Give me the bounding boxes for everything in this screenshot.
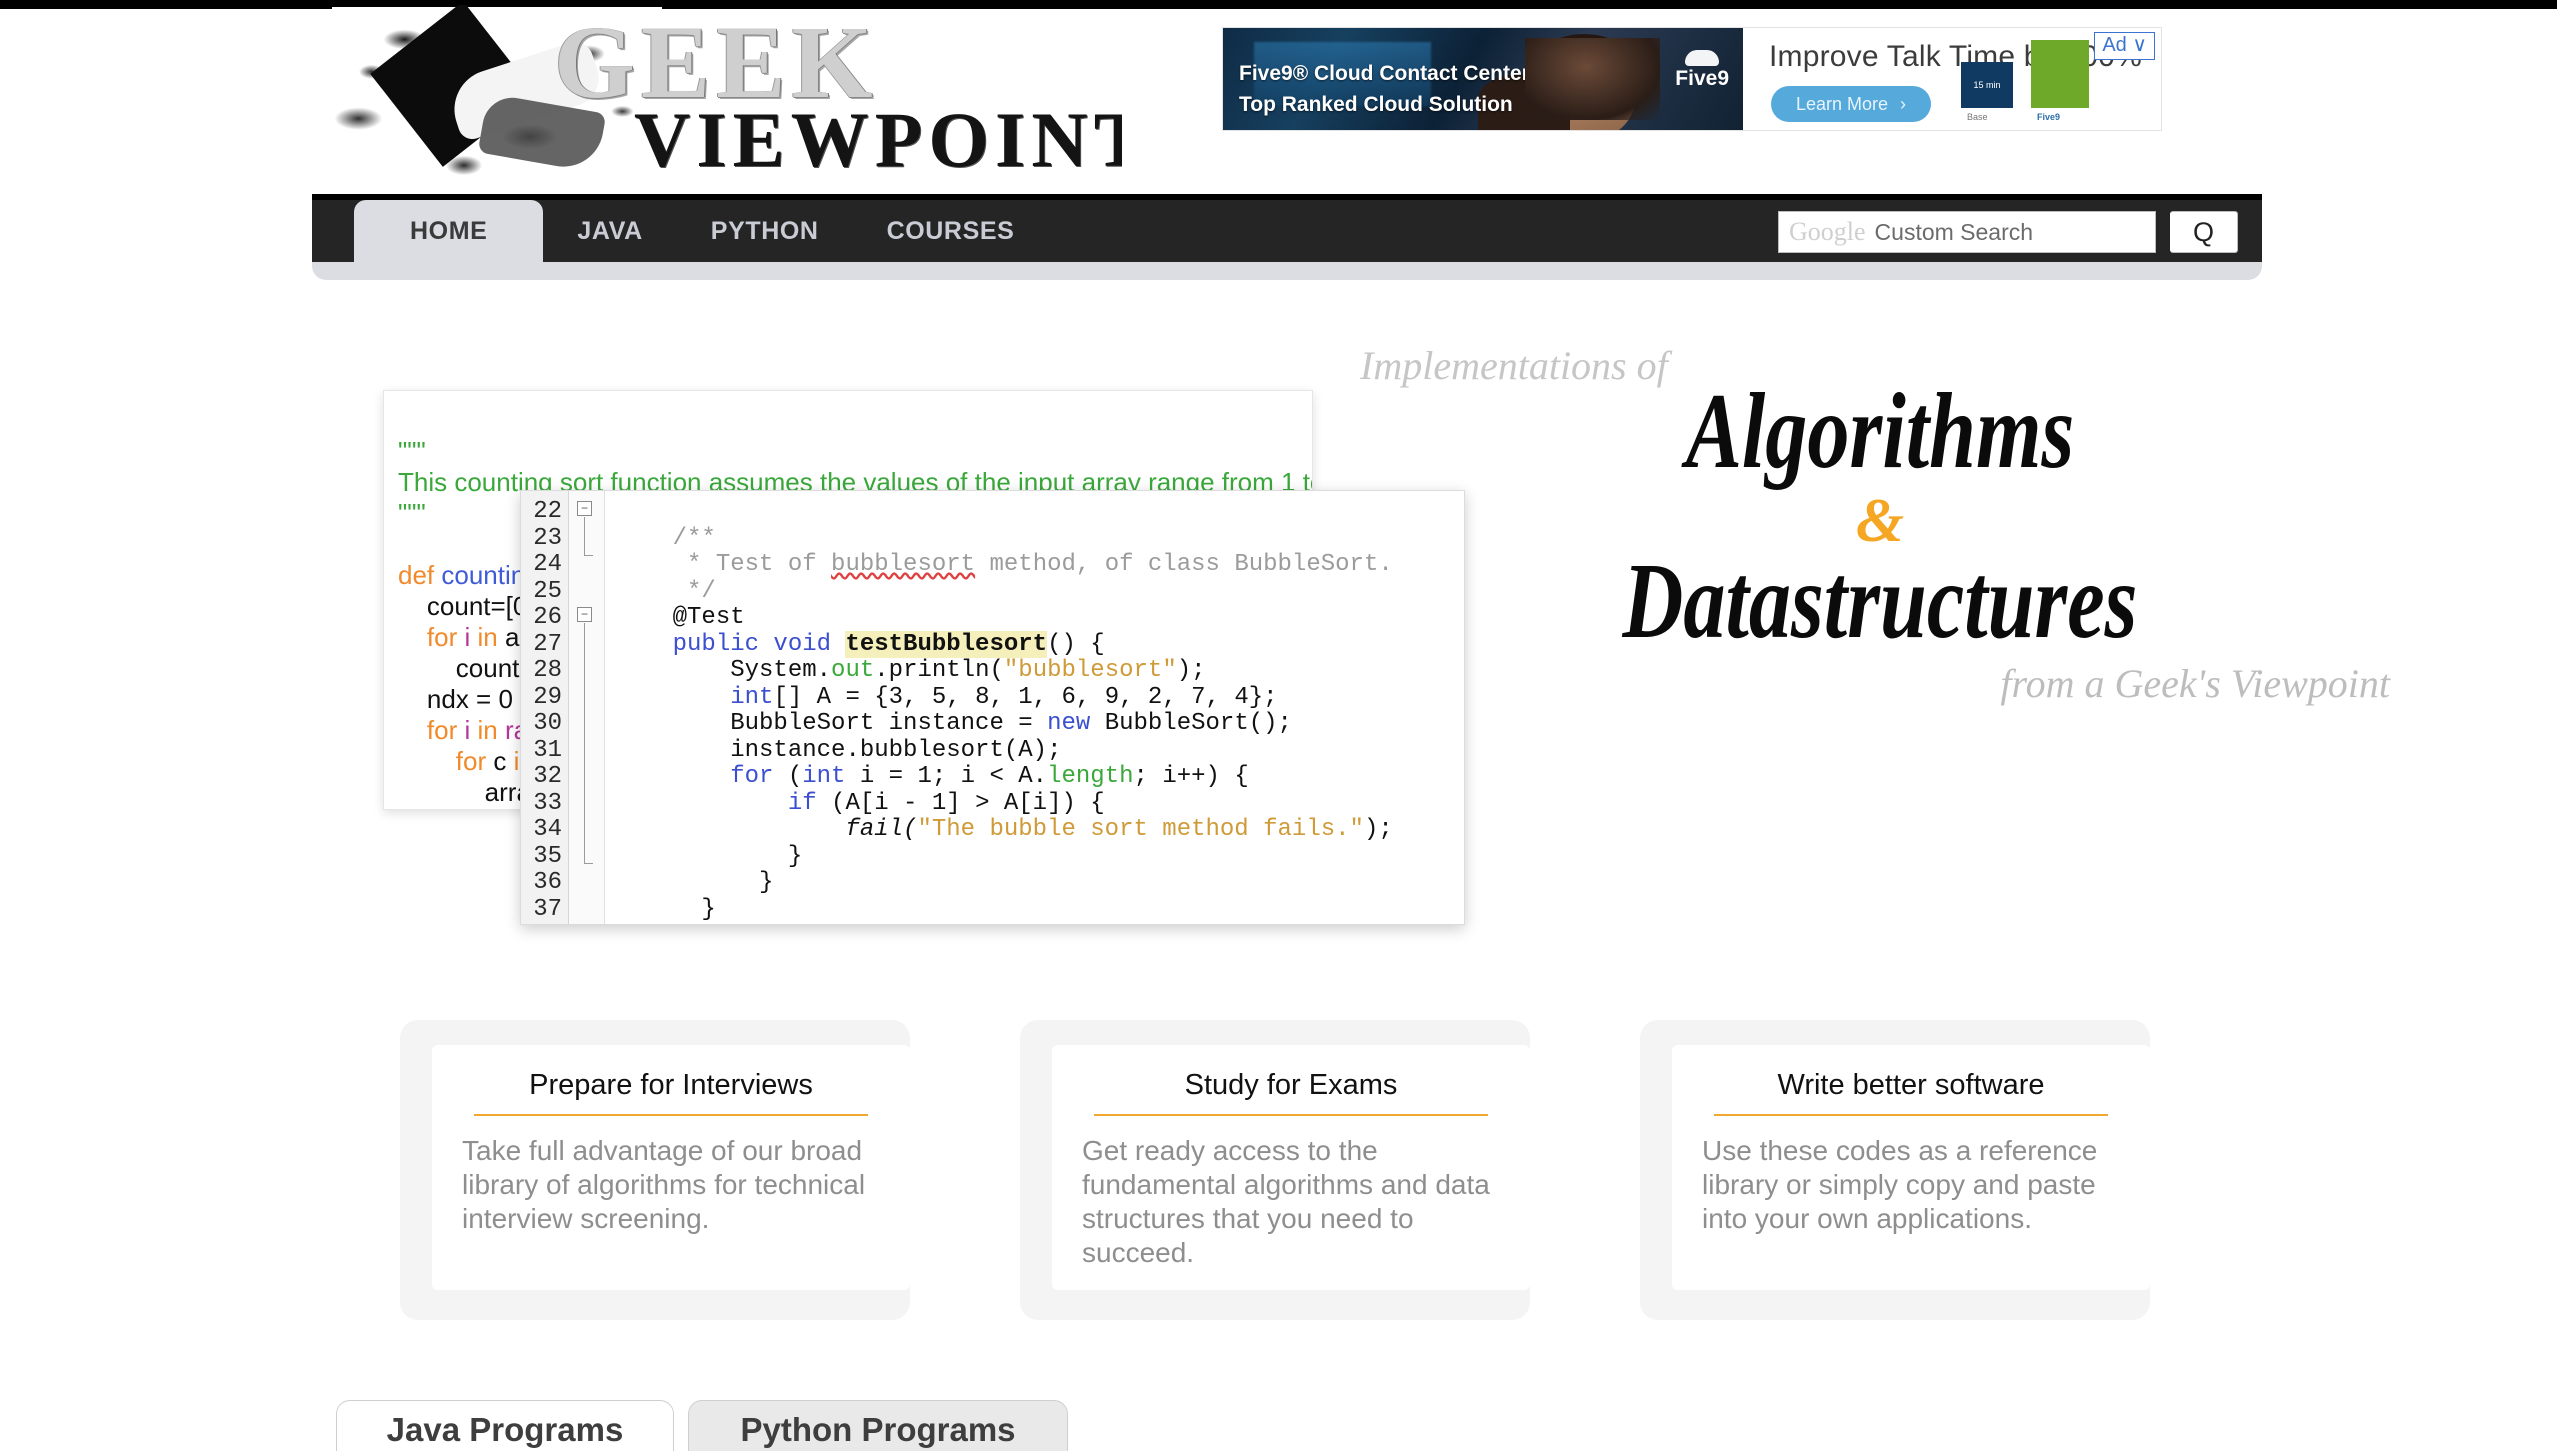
- search-input[interactable]: Google Custom Search: [1778, 211, 2156, 253]
- feature-card-interviews[interactable]: Prepare for Interviews Take full advanta…: [432, 1045, 910, 1290]
- hero-section: """ This counting sort function assumes …: [0, 290, 2557, 980]
- google-wordmark: Google: [1789, 217, 1866, 246]
- ad-banner[interactable]: Five9® Cloud Contact Center Top Ranked C…: [1222, 27, 2162, 131]
- search-button[interactable]: Q: [2170, 211, 2238, 253]
- card-title-software: Write better software: [1714, 1069, 2108, 1116]
- java-fold-column: − −: [569, 491, 605, 924]
- feature-card-exams[interactable]: Study for Exams Get ready access to the …: [1052, 1045, 1530, 1290]
- java-line-numbers: 22 23 24 25 26 27 28 29 30 31 32 33 34 3…: [521, 491, 569, 924]
- nav-item-python[interactable]: PYTHON: [677, 200, 853, 262]
- py-line-5: ndx = 0: [398, 684, 513, 714]
- ad-cta-label: Learn More: [1795, 93, 1889, 114]
- nav-base-strip: [312, 262, 2262, 280]
- card-body-software: Use these codes as a reference library o…: [1702, 1135, 2098, 1234]
- card-title-exams: Study for Exams: [1094, 1069, 1488, 1116]
- java-line-29: BubbleSort instance = new BubbleSort();: [615, 710, 1292, 737]
- ad-choices-badge[interactable]: Ad ∨: [2094, 32, 2155, 60]
- nav-item-java[interactable]: JAVA: [543, 200, 676, 262]
- ad-bar-chart: 15 min Base Five9: [1957, 40, 2107, 122]
- ad-content-panel: Improve Talk Time by 200% Learn More › 1…: [1743, 28, 2161, 130]
- site-logo[interactable]: GEEK VIEWPOINT: [332, 5, 1122, 190]
- java-line-31: for (int i = 1; i < A.length; i++) {: [615, 763, 1249, 790]
- java-code-screenshot: 22 23 24 25 26 27 28 29 30 31 32 33 34 3…: [520, 490, 1465, 925]
- java-line-26: public void testBubblesort() {: [615, 630, 1105, 658]
- ad-left-line-1: Five9® Cloud Contact Center: [1239, 62, 1530, 86]
- ad-person-hair: [1524, 34, 1643, 127]
- five9-cloud-logo: Five9: [1675, 50, 1729, 91]
- ad-person-face: [1550, 42, 1637, 130]
- ad-badge-label: Ad: [2102, 34, 2127, 56]
- java-line-23: * Test of bubblesort method, of class Bu…: [615, 551, 1393, 578]
- java-line-35: }: [615, 869, 774, 896]
- fold-foot-2: [584, 863, 593, 864]
- fold-line-1: [584, 517, 585, 555]
- ad-bar-base-label: Base: [1967, 112, 1988, 122]
- site-header: GEEK VIEWPOINT Five9® Cloud Contact Cent…: [0, 5, 2557, 194]
- nav-items: HOME JAVA PYTHON COURSES: [312, 200, 1048, 262]
- search-area: Google Custom Search Q: [1778, 210, 2238, 254]
- java-line-30: instance.bubblesort(A);: [615, 736, 1062, 764]
- card-body-exams: Get ready access to the fundamental algo…: [1082, 1135, 1490, 1268]
- search-placeholder: Custom Search: [1874, 218, 2034, 245]
- java-line-36: }: [615, 895, 716, 923]
- java-line-22: /**: [615, 524, 716, 552]
- java-line-27: System.out.println("bubblesort");: [615, 657, 1206, 684]
- card-title-interviews: Prepare for Interviews: [474, 1069, 868, 1116]
- feature-card-software[interactable]: Write better software Use these codes as…: [1672, 1045, 2150, 1290]
- card-body-interviews: Take full advantage of our broad library…: [462, 1135, 866, 1234]
- nav-item-courses[interactable]: COURSES: [853, 200, 1049, 262]
- ad-image-panel: Five9® Cloud Contact Center Top Ranked C…: [1223, 28, 1743, 130]
- java-line-33: fail("The bubble sort method fails.");: [615, 816, 1393, 843]
- hero-title-datastructures: Datastructures: [1622, 542, 2138, 661]
- hero-tagline: from a Geek's Viewpoint: [2000, 661, 2390, 706]
- five9-brand-label: Five9: [1675, 67, 1729, 90]
- nav-item-home[interactable]: HOME: [354, 200, 544, 262]
- logo-grunge-texture: GEEK VIEWPOINT: [332, 5, 1122, 190]
- ad-learn-more-button[interactable]: Learn More ›: [1771, 86, 1931, 122]
- main-navigation: HOME JAVA PYTHON COURSES Google Custom S…: [312, 194, 2262, 280]
- ad-bar-improved: [2031, 40, 2089, 108]
- java-line-25: @Test: [615, 604, 745, 631]
- chevron-right-icon: ›: [1900, 93, 1907, 114]
- ad-bar-brand-label: Five9: [2037, 112, 2061, 122]
- py-docstring-close: """: [398, 498, 426, 528]
- ad-bar-base: 15 min: [1961, 62, 2013, 108]
- fold-line-2: [584, 623, 585, 863]
- ad-left-text: Five9® Cloud Contact Center Top Ranked C…: [1239, 59, 1530, 120]
- cloud-icon: [1685, 50, 1720, 66]
- java-line-34: }: [615, 842, 803, 870]
- java-line-24: */: [615, 577, 716, 605]
- fold-foot-1: [584, 555, 593, 556]
- py-docstring-open: """: [398, 436, 426, 466]
- java-line-32: if (A[i - 1] > A[i]) {: [615, 789, 1105, 817]
- fold-collapse-icon-2[interactable]: −: [577, 607, 592, 622]
- page-root: GEEK VIEWPOINT Five9® Cloud Contact Cent…: [0, 0, 2557, 1451]
- tab-java-programs[interactable]: Java Programs: [336, 1400, 674, 1451]
- chevron-down-icon: ∨: [2132, 34, 2147, 56]
- logo-word-viewpoint: VIEWPOINT: [634, 96, 1122, 183]
- tab-python-programs[interactable]: Python Programs: [688, 1400, 1068, 1451]
- hero-title-algorithms: Algorithms: [1685, 372, 2075, 491]
- java-line-28: int[] A = {3, 5, 8, 1, 6, 9, 2, 7, 4};: [615, 683, 1278, 711]
- program-tabs: Java Programs Python Programs: [0, 1400, 2557, 1451]
- fold-collapse-icon-1[interactable]: −: [577, 501, 592, 516]
- ad-left-line-2: Top Ranked Cloud Solution: [1239, 92, 1513, 116]
- feature-cards: Prepare for Interviews Take full advanta…: [0, 1020, 2557, 1320]
